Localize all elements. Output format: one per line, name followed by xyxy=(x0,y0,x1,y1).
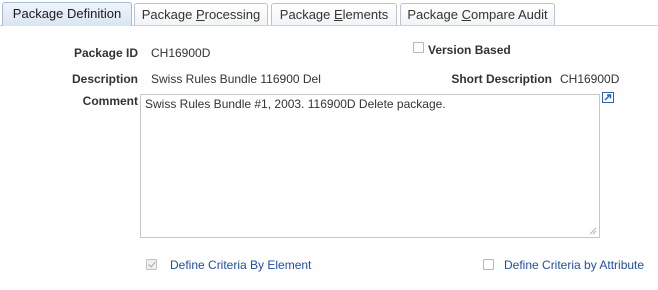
tab-label: Package Definition xyxy=(12,6,122,21)
tab-package-definition[interactable]: Package Definition xyxy=(2,2,132,26)
define-criteria-by-attribute-link[interactable]: Define Criteria by Attribute xyxy=(504,258,644,272)
description-label: Description xyxy=(71,72,138,86)
tab-label-prefix: Package xyxy=(141,7,196,22)
tab-label-prefix: Package xyxy=(279,7,334,22)
description-value: Swiss Rules Bundle 116900 Del xyxy=(151,72,321,86)
tab-label-suffix: ompare Audit xyxy=(470,7,548,22)
comment-label: Comment xyxy=(82,94,138,108)
version-based-label: Version Based xyxy=(428,43,511,57)
resize-grip-icon[interactable] xyxy=(589,227,597,235)
define-criteria-by-attribute-checkbox[interactable] xyxy=(483,259,494,270)
tab-label-suffix: lements xyxy=(342,7,389,22)
tab-accesskey: C xyxy=(461,7,471,22)
comment-text: Swiss Rules Bundle #1, 2003. 116900D Del… xyxy=(145,97,446,111)
version-based-checkbox[interactable] xyxy=(413,42,424,53)
package-id-value: CH16900D xyxy=(151,46,211,60)
tab-package-compare-audit[interactable]: Package Compare Audit xyxy=(400,3,555,25)
define-criteria-by-element-checkbox[interactable] xyxy=(146,259,157,270)
tab-label-suffix: rocessing xyxy=(204,7,261,22)
define-criteria-by-element-link[interactable]: Define Criteria By Element xyxy=(170,258,311,272)
package-id-label: Package ID xyxy=(73,46,138,60)
short-description-value: CH16900D xyxy=(560,72,620,86)
expand-textarea-icon[interactable] xyxy=(602,92,614,103)
tab-bar: Package Definition Package Processing Pa… xyxy=(0,0,658,26)
tab-accesskey: E xyxy=(334,7,343,22)
comment-textarea[interactable]: Swiss Rules Bundle #1, 2003. 116900D Del… xyxy=(140,94,600,238)
tab-accesskey: P xyxy=(195,7,205,22)
tab-package-processing[interactable]: Package Processing xyxy=(134,3,268,25)
short-description-label: Short Description xyxy=(451,72,552,86)
tab-label-prefix: Package xyxy=(407,7,462,22)
tab-package-elements[interactable]: Package Elements xyxy=(271,3,397,25)
